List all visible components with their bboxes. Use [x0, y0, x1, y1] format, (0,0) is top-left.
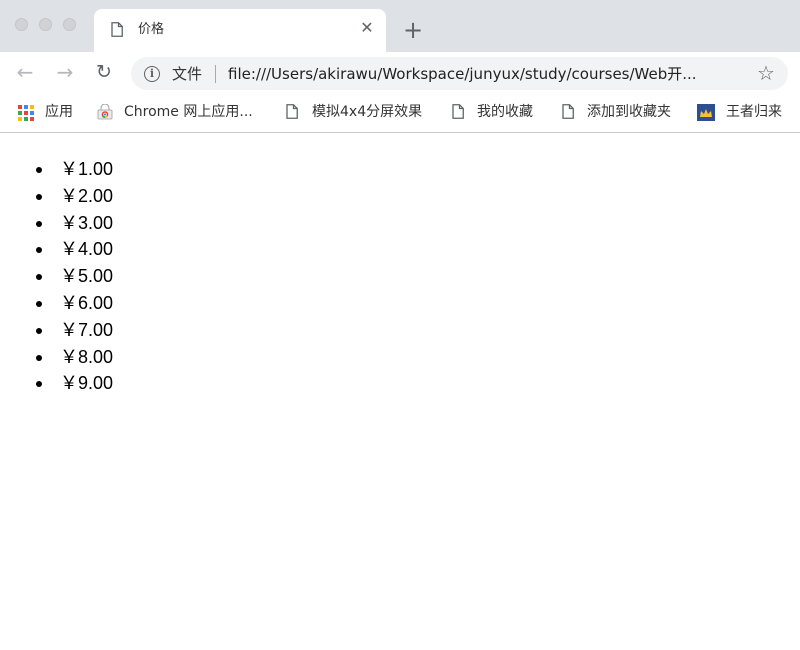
tab-active[interactable]: 价格 ✕	[94, 9, 386, 52]
price-item: ￥3.00	[35, 210, 113, 237]
bookmark-add-to-favorites[interactable]: 添加到收藏夹	[562, 102, 680, 122]
page-icon	[562, 104, 574, 119]
price-item: ￥1.00	[35, 156, 113, 183]
arrow-right-icon[interactable]: →	[52, 60, 78, 86]
tab-strip: 价格 ✕ +	[0, 0, 800, 52]
tab-title: 价格	[138, 22, 165, 37]
site-favicon-icon	[697, 104, 715, 121]
browser-toolbar: ← → ↻ i 文件 file:///Users/akirawu/Workspa…	[0, 52, 800, 94]
zoom-window-button[interactable]	[63, 18, 76, 31]
price-item: ￥5.00	[35, 263, 113, 290]
plus-icon[interactable]: +	[401, 18, 425, 43]
bookmark-4x4-split[interactable]: 模拟4x4分屏效果	[286, 102, 431, 122]
page-icon	[111, 22, 123, 37]
bookmark-label: 模拟4x4分屏效果	[312, 104, 423, 120]
bookmark-label: 王者归来	[726, 104, 782, 120]
price-item: ￥2.00	[35, 183, 113, 210]
minimize-window-button[interactable]	[39, 18, 52, 31]
price-item: ￥4.00	[35, 236, 113, 263]
address-bar[interactable]: i 文件 file:///Users/akirawu/Workspace/jun…	[131, 57, 788, 90]
page-content: ￥1.00 ￥2.00 ￥3.00 ￥4.00 ￥5.00 ￥6.00 ￥7.0…	[0, 134, 800, 650]
divider	[215, 65, 216, 83]
star-icon[interactable]: ☆	[755, 62, 777, 84]
bookmark-king-returns[interactable]: 王者归来	[697, 102, 797, 122]
close-window-button[interactable]	[15, 18, 28, 31]
bookmark-apps[interactable]: 应用	[18, 102, 78, 122]
bookmarks-bar: 应用 Chrome 网上应用... 模拟4x4分屏效果 我的收藏 添加到收藏夹 …	[0, 94, 800, 133]
bookmark-label: 我的收藏	[477, 104, 533, 120]
reload-icon[interactable]: ↻	[91, 60, 117, 86]
arrow-left-icon[interactable]: ←	[12, 60, 38, 86]
apps-grid-icon	[18, 105, 34, 121]
price-item: ￥7.00	[35, 317, 113, 344]
price-item: ￥6.00	[35, 290, 113, 317]
bookmark-label: Chrome 网上应用...	[124, 104, 253, 120]
close-icon[interactable]: ✕	[358, 19, 376, 37]
bookmark-label: 添加到收藏夹	[587, 104, 671, 120]
bookmark-chrome-web-store[interactable]: Chrome 网上应用...	[97, 102, 267, 122]
price-list: ￥1.00 ￥2.00 ￥3.00 ￥4.00 ￥5.00 ￥6.00 ￥7.0…	[35, 156, 113, 397]
page-icon	[286, 104, 298, 119]
chrome-web-store-icon	[97, 104, 113, 120]
info-icon[interactable]: i	[144, 66, 160, 82]
price-item: ￥8.00	[35, 344, 113, 371]
url-text[interactable]: file:///Users/akirawu/Workspace/junyux/s…	[228, 65, 697, 83]
bookmark-favorites[interactable]: 我的收藏	[452, 102, 542, 122]
scheme-label: 文件	[172, 65, 203, 83]
price-item: ￥9.00	[35, 370, 113, 397]
page-icon	[452, 104, 464, 119]
bookmark-label: 应用	[45, 104, 73, 120]
